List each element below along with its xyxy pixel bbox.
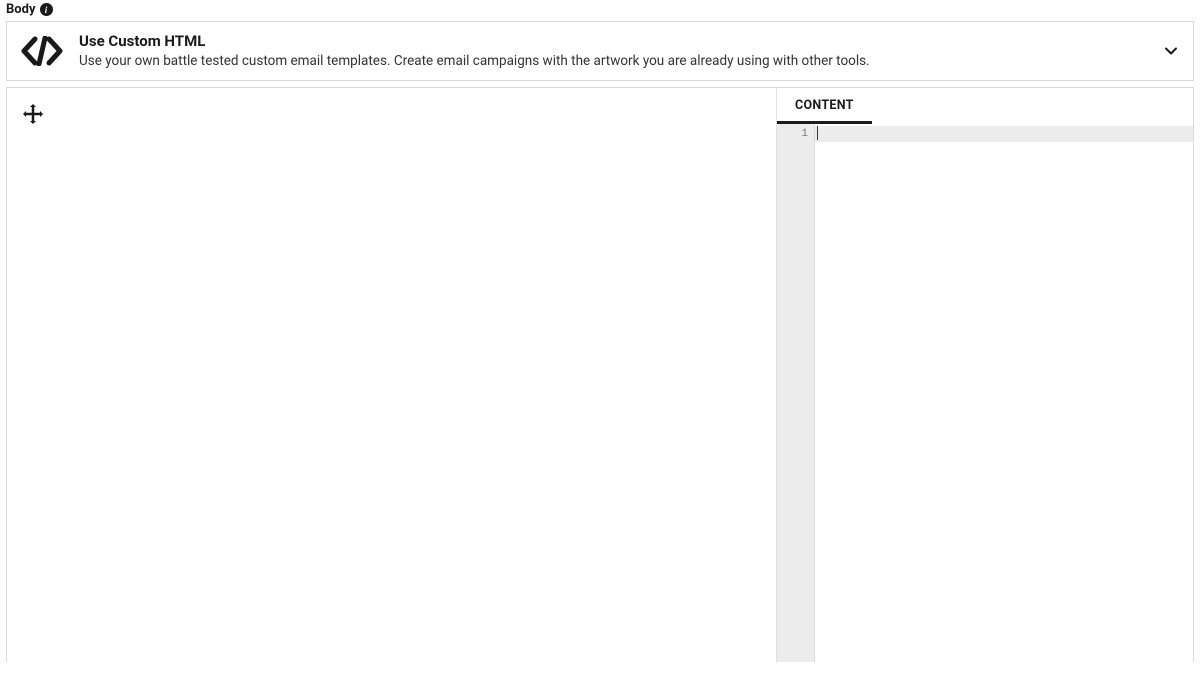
card-title: Use Custom HTML [79, 32, 1147, 52]
chevron-down-icon[interactable] [1163, 43, 1179, 59]
custom-html-card[interactable]: Use Custom HTML Use your own battle test… [6, 21, 1194, 81]
code-editor[interactable]: 1 [777, 124, 1193, 662]
text-cursor [817, 126, 818, 140]
right-panel: CONTENT 1 [776, 88, 1193, 662]
line-number: 1 [777, 126, 814, 142]
active-line-highlight [815, 126, 1193, 142]
move-icon[interactable] [21, 102, 45, 126]
card-text: Use Custom HTML Use your own battle test… [79, 32, 1147, 70]
body-label: Body [6, 2, 36, 17]
info-icon[interactable]: i [40, 3, 53, 16]
code-area[interactable] [815, 124, 1193, 662]
card-description: Use your own battle tested custom email … [79, 52, 1147, 70]
canvas-pane[interactable] [7, 88, 776, 662]
tab-content[interactable]: CONTENT [777, 88, 872, 124]
gutter: 1 [777, 124, 815, 662]
tab-bar: CONTENT [777, 88, 1193, 124]
code-icon [21, 36, 63, 66]
workspace: CONTENT 1 [6, 87, 1194, 662]
body-section-header: Body i [0, 0, 1200, 21]
